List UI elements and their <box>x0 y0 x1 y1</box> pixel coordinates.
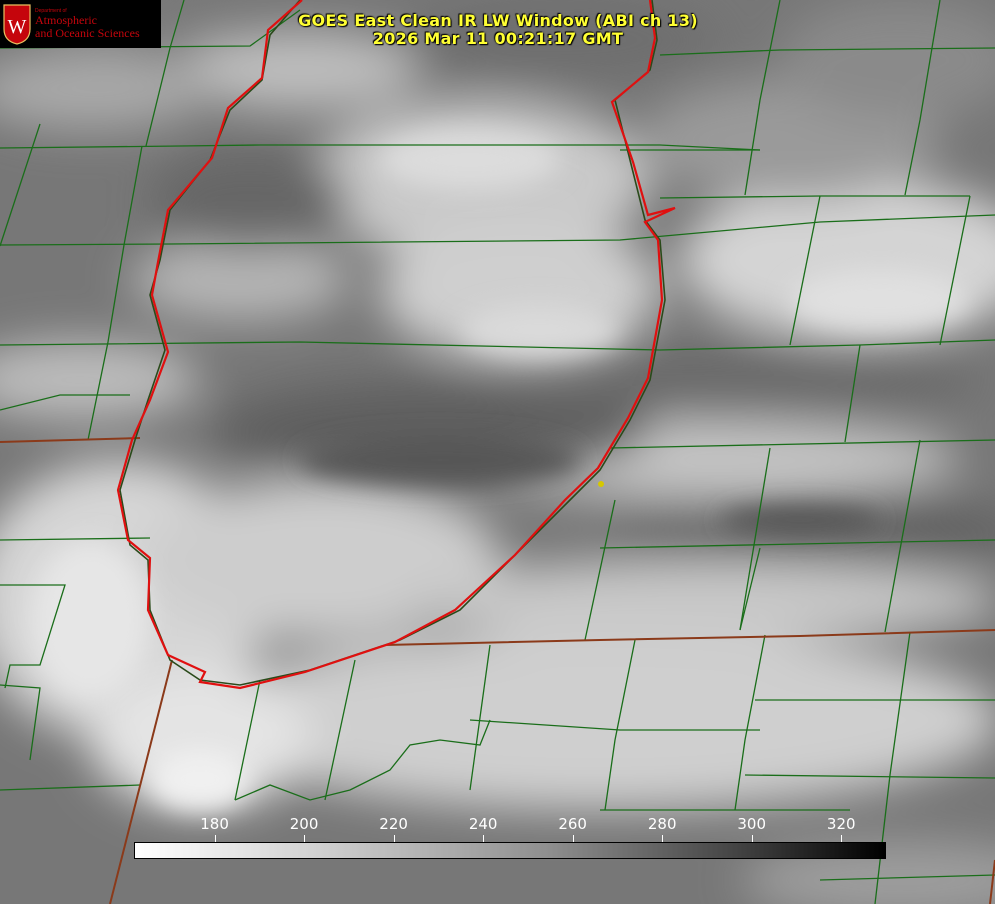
colorbar-tick-label: 220 <box>379 815 408 833</box>
image-title: GOES East Clean IR LW Window (ABI ch 13) <box>298 11 698 30</box>
city-marker <box>598 481 604 487</box>
logo-name: Atmospheric and Oceanic Sciences <box>35 14 140 40</box>
uw-aos-logo: W Department of Atmospheric and Oceanic … <box>0 0 161 48</box>
ir-imagery <box>0 0 995 904</box>
image-timestamp: 2026 Mar 11 00:21:17 GMT <box>372 29 624 48</box>
colorbar-tick-label: 300 <box>737 815 767 833</box>
colorbar-tick-label: 280 <box>647 815 677 833</box>
satellite-map <box>0 0 995 904</box>
colorbar-tick-label: 240 <box>468 815 498 833</box>
colorbar-tick-mark <box>304 835 306 842</box>
colorbar-tick-mark <box>393 835 395 842</box>
logo-name-line2: and Oceanic Sciences <box>35 26 140 40</box>
colorbar-tick-label: 200 <box>289 815 319 833</box>
colorbar-tick-mark <box>751 835 753 842</box>
uw-seal-icon: W <box>3 4 31 45</box>
colorbar-tick-mark <box>572 835 574 842</box>
temperature-colorbar <box>134 842 886 859</box>
colorbar-tick-label: 320 <box>826 815 856 833</box>
colorbar-tick-mark <box>841 835 843 842</box>
colorbar-tick-label: 180 <box>200 815 229 833</box>
colorbar-tick-mark <box>662 835 664 842</box>
colorbar-tick-label: 260 <box>558 815 587 833</box>
colorbar-tick-mark <box>483 835 485 842</box>
seal-letter: W <box>8 16 27 38</box>
colorbar-tick-mark <box>214 835 216 842</box>
